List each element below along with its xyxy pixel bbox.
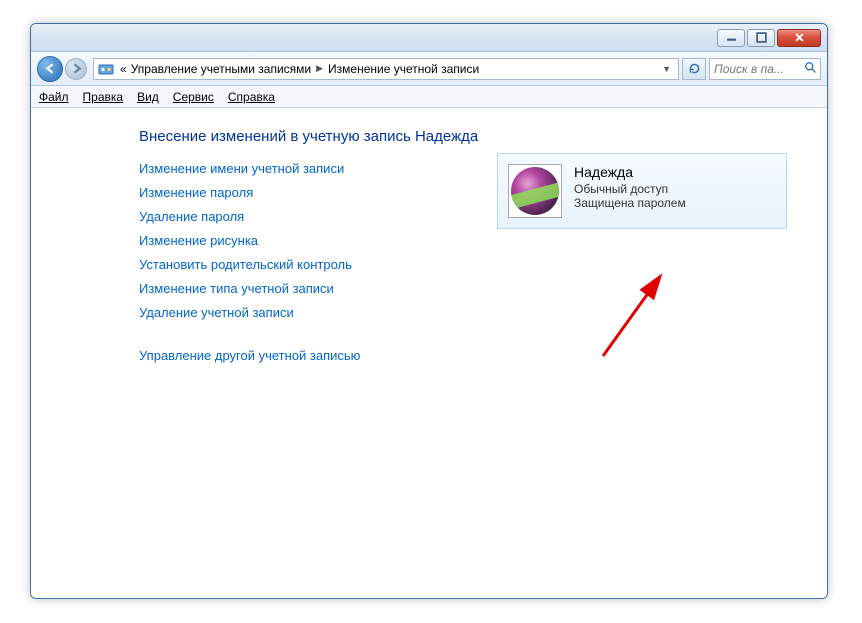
back-button[interactable]	[37, 56, 63, 82]
page-title: Внесение изменений в учетную запись Наде…	[139, 128, 827, 145]
address-bar[interactable]: « Управление учетными записями ▶ Изменен…	[93, 58, 679, 80]
menu-edit[interactable]: Правка	[83, 90, 124, 104]
menu-file[interactable]: Файл	[39, 90, 69, 104]
window-frame: « Управление учетными записями ▶ Изменен…	[30, 23, 828, 599]
minimize-button[interactable]	[717, 29, 745, 47]
link-delete-account[interactable]: Удаление учетной записи	[139, 305, 294, 320]
refresh-button[interactable]	[682, 58, 706, 80]
forward-button[interactable]	[65, 58, 87, 80]
menu-view[interactable]: Вид	[137, 90, 159, 104]
user-type: Обычный доступ	[574, 182, 686, 196]
link-remove-password[interactable]: Удаление пароля	[139, 209, 244, 224]
control-panel-icon	[98, 61, 114, 77]
link-change-name[interactable]: Изменение имени учетной записи	[139, 161, 344, 176]
link-manage-other[interactable]: Управление другой учетной записью	[139, 348, 360, 363]
avatar-image	[511, 167, 559, 215]
link-change-picture[interactable]: Изменение рисунка	[139, 233, 258, 248]
user-info: Надежда Обычный доступ Защищена паролем	[574, 164, 686, 218]
user-name: Надежда	[574, 164, 686, 180]
breadcrumb-change-account[interactable]: Изменение учетной записи	[326, 62, 481, 76]
user-tile[interactable]: Надежда Обычный доступ Защищена паролем	[497, 153, 787, 229]
titlebar	[31, 24, 827, 52]
menu-bar: Файл Правка Вид Сервис Справка	[31, 86, 827, 108]
link-change-password[interactable]: Изменение пароля	[139, 185, 253, 200]
search-icon	[804, 61, 816, 76]
search-input[interactable]	[714, 62, 804, 76]
breadcrumb-prefix[interactable]: «	[118, 62, 129, 76]
menu-help[interactable]: Справка	[228, 90, 275, 104]
breadcrumb-accounts[interactable]: Управление учетными записями	[129, 62, 313, 76]
menu-tools[interactable]: Сервис	[173, 90, 214, 104]
user-protection: Защищена паролем	[574, 196, 686, 210]
chevron-right-icon[interactable]: ▶	[313, 63, 326, 74]
nav-row: « Управление учетными записями ▶ Изменен…	[31, 52, 827, 86]
close-button[interactable]	[777, 29, 821, 47]
maximize-button[interactable]	[747, 29, 775, 47]
address-dropdown[interactable]: ▼	[657, 64, 676, 74]
link-change-type[interactable]: Изменение типа учетной записи	[139, 281, 334, 296]
avatar	[508, 164, 562, 218]
content-area: Внесение изменений в учетную запись Наде…	[31, 108, 827, 598]
link-parental-control[interactable]: Установить родительский контроль	[139, 257, 352, 272]
search-box[interactable]	[709, 58, 821, 80]
